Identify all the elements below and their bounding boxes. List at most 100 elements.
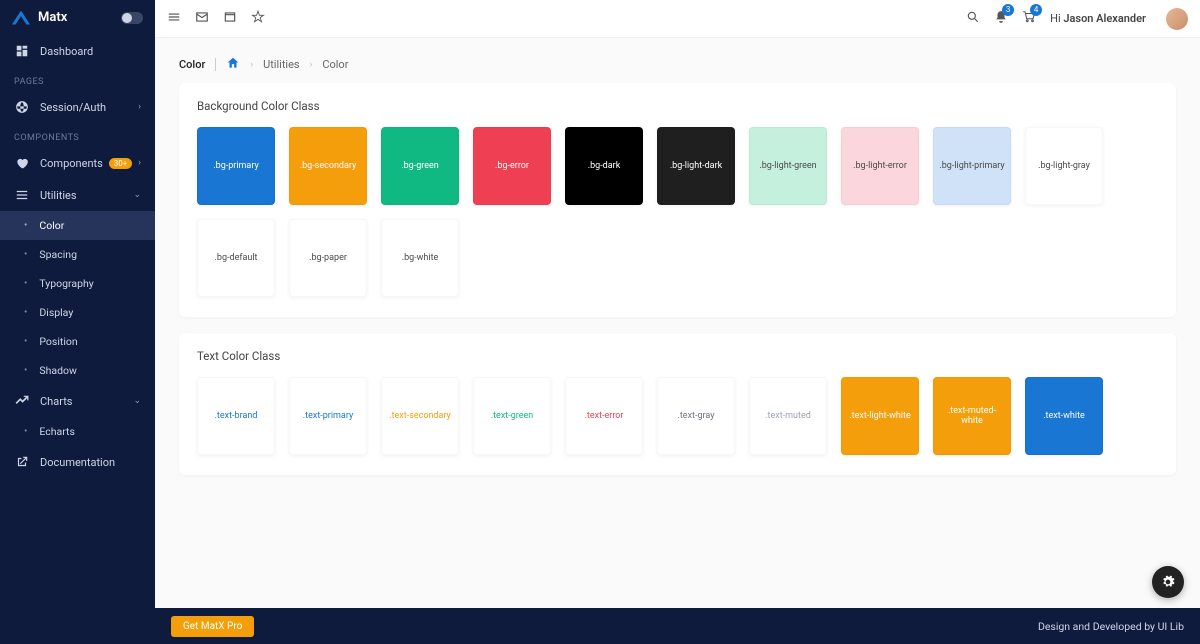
sidebar: Matx Dashboard PAGES Session/Auth › COMP…	[0, 0, 155, 644]
components-count-badge: 30+	[109, 158, 133, 169]
color-swatch: .text-gray	[657, 377, 735, 455]
sidebar-section-pages: PAGES	[0, 67, 155, 91]
sidebar-item-display[interactable]: Display	[0, 298, 155, 327]
bg-swatch-grid: .bg-primary.bg-secondary.bg-green.bg-err…	[197, 127, 1158, 297]
sidebar-item-echarts[interactable]: Echarts	[0, 417, 155, 446]
sidebar-item-components[interactable]: Components 30+ ›	[0, 147, 155, 179]
sidebar-sub-label: Typography	[39, 277, 93, 290]
chevron-right-icon: ›	[250, 60, 253, 70]
heart-icon	[14, 155, 30, 171]
star-icon[interactable]	[251, 10, 265, 28]
sidebar-sub-label: Display	[39, 306, 73, 319]
brand-row: Matx	[0, 0, 155, 35]
card-title: Text Color Class	[197, 349, 1158, 363]
notifications-badge: 3	[1002, 4, 1014, 16]
footer: Get MatX Pro Design and Developed by UI …	[155, 608, 1200, 644]
topbar: 3 4 Hi Jason Alexander	[155, 0, 1200, 38]
breadcrumb-last: Color	[322, 58, 348, 71]
color-swatch: .bg-dark	[565, 127, 643, 205]
sidebar-label: Charts	[40, 395, 72, 408]
text-color-card: Text Color Class .text-brand.text-primar…	[179, 333, 1176, 475]
cart-badge: 4	[1030, 4, 1042, 16]
color-swatch: .bg-light-error	[841, 127, 919, 205]
color-swatch: .bg-light-dark	[657, 127, 735, 205]
breadcrumb-mid[interactable]: Utilities	[263, 58, 300, 71]
settings-fab[interactable]	[1152, 566, 1184, 598]
breadcrumb: Color › Utilities › Color	[155, 38, 1200, 83]
color-swatch: .bg-default	[197, 219, 275, 297]
sidebar-label: Utilities	[40, 189, 77, 202]
chevron-right-icon: ›	[310, 60, 313, 70]
bg-color-card: Background Color Class .bg-primary.bg-se…	[179, 83, 1176, 317]
notifications-button[interactable]: 3	[994, 10, 1008, 28]
utilities-submenu: Color Spacing Typography Display Positio…	[0, 211, 155, 385]
sidebar-label: Documentation	[40, 456, 115, 469]
sidebar-item-session[interactable]: Session/Auth ›	[0, 91, 155, 123]
sidebar-label: Components	[40, 157, 103, 170]
color-swatch: .text-white	[1025, 377, 1103, 455]
card-title: Background Color Class	[197, 99, 1158, 113]
sidebar-sub-label: Position	[39, 335, 77, 348]
color-swatch: .bg-white	[381, 219, 459, 297]
list-icon	[14, 187, 30, 203]
user-name: Jason Alexander	[1063, 12, 1146, 25]
color-swatch: .text-secondary	[381, 377, 459, 455]
get-pro-button[interactable]: Get MatX Pro	[171, 616, 254, 637]
sidebar-label: Dashboard	[40, 45, 93, 58]
brand-logo-icon	[12, 11, 30, 25]
page-title: Color	[179, 58, 216, 71]
main-area: 3 4 Hi Jason Alexander Color › Utilities…	[155, 0, 1200, 644]
sidebar-item-spacing[interactable]: Spacing	[0, 240, 155, 269]
dashboard-icon	[14, 43, 30, 59]
color-swatch: .text-muted-white	[933, 377, 1011, 455]
mail-icon[interactable]	[195, 10, 209, 28]
sidebar-sub-label: Echarts	[39, 425, 75, 438]
color-swatch: .text-green	[473, 377, 551, 455]
sidebar-section-components: COMPONENTS	[0, 123, 155, 147]
search-icon[interactable]	[966, 10, 980, 28]
home-icon[interactable]	[226, 56, 240, 73]
color-swatch: .bg-paper	[289, 219, 367, 297]
cart-button[interactable]: 4	[1022, 10, 1036, 28]
color-swatch: .text-error	[565, 377, 643, 455]
color-swatch: .bg-secondary	[289, 127, 367, 205]
sidebar-item-charts[interactable]: Charts ⌄	[0, 385, 155, 417]
globe-icon	[14, 99, 30, 115]
sidebar-sub-label: Shadow	[39, 364, 77, 377]
color-swatch: .bg-green	[381, 127, 459, 205]
charts-submenu: Echarts	[0, 417, 155, 446]
color-swatch: .bg-light-green	[749, 127, 827, 205]
footer-credit: Design and Developed by UI Lib	[1038, 620, 1184, 633]
sidebar-item-utilities[interactable]: Utilities ⌄	[0, 179, 155, 211]
color-swatch: .bg-error	[473, 127, 551, 205]
chevron-down-icon: ⌄	[133, 190, 141, 200]
avatar[interactable]	[1166, 8, 1188, 30]
launch-icon	[14, 454, 30, 470]
text-swatch-grid: .text-brand.text-primary.text-secondary.…	[197, 377, 1158, 455]
sidebar-item-color[interactable]: Color	[0, 211, 155, 240]
sidebar-item-dashboard[interactable]: Dashboard	[0, 35, 155, 67]
sidebar-nav: Dashboard PAGES Session/Auth › COMPONENT…	[0, 35, 155, 644]
sidebar-label: Session/Auth	[40, 101, 106, 114]
menu-icon[interactable]	[167, 10, 181, 28]
sidebar-item-position[interactable]: Position	[0, 327, 155, 356]
chevron-down-icon: ⌄	[133, 396, 141, 406]
chevron-right-icon: ›	[138, 102, 141, 112]
theme-toggle[interactable]	[121, 12, 143, 24]
content: Background Color Class .bg-primary.bg-se…	[155, 83, 1200, 608]
color-swatch: .bg-light-gray	[1025, 127, 1103, 205]
window-icon[interactable]	[223, 10, 237, 28]
color-swatch: .text-primary	[289, 377, 367, 455]
color-swatch: .bg-primary	[197, 127, 275, 205]
color-swatch: .bg-light-primary	[933, 127, 1011, 205]
trend-icon	[14, 393, 30, 409]
color-swatch: .text-light-white	[841, 377, 919, 455]
sidebar-item-shadow[interactable]: Shadow	[0, 356, 155, 385]
chevron-right-icon: ›	[138, 158, 141, 168]
color-swatch: .text-muted	[749, 377, 827, 455]
sidebar-sub-label: Color	[39, 219, 64, 232]
sidebar-item-typography[interactable]: Typography	[0, 269, 155, 298]
sidebar-sub-label: Spacing	[39, 248, 77, 261]
greeting-prefix: Hi	[1050, 12, 1063, 25]
sidebar-item-documentation[interactable]: Documentation	[0, 446, 155, 478]
